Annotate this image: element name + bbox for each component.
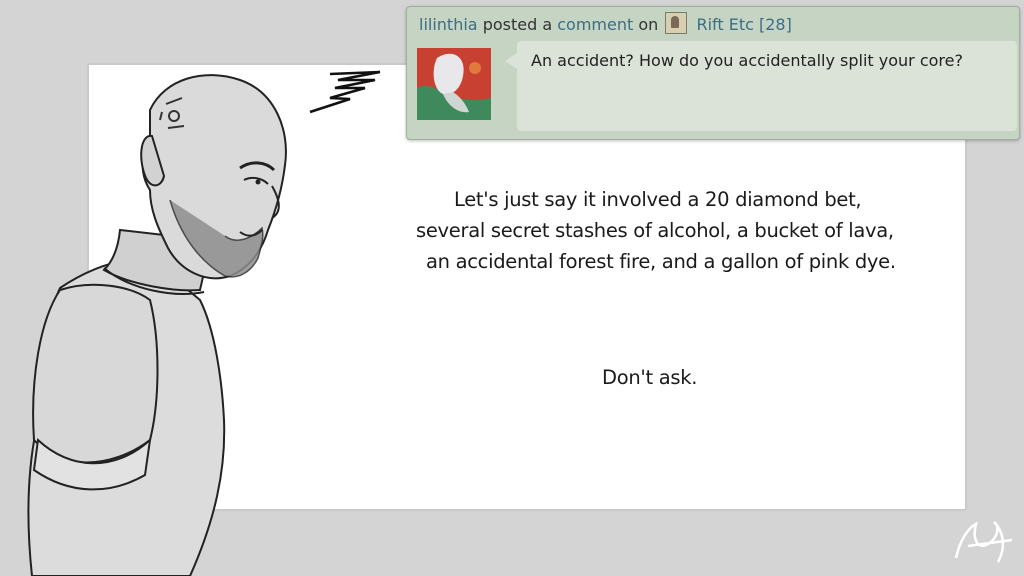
- deviation-title-link[interactable]: Rift Etc [28]: [696, 15, 791, 34]
- dialogue-line-3: an accidental forest fire, and a gallon …: [426, 250, 896, 273]
- notification-header: lilinthia posted a comment on Rift Etc […: [419, 12, 792, 34]
- dialogue-line-2: several secret stashes of alcohol, a buc…: [416, 219, 894, 242]
- user-avatar[interactable]: [417, 48, 491, 120]
- artist-signature: [954, 520, 1013, 563]
- comment-notification[interactable]: lilinthia posted a comment on Rift Etc […: [406, 6, 1020, 140]
- avatar-image: [417, 48, 491, 120]
- deviation-thumbnail-icon: [665, 12, 688, 34]
- comment-bubble: An accident? How do you accidentally spl…: [505, 41, 1017, 131]
- stress-scribble: [309, 70, 381, 114]
- aside-text: Don't ask.: [602, 366, 698, 389]
- dialogue-line-1: Let's just say it involved a 20 diamond …: [454, 188, 862, 211]
- on-text: on: [638, 15, 659, 34]
- username-link[interactable]: lilinthia: [419, 15, 478, 34]
- comment-text: An accident? How do you accidentally spl…: [531, 51, 963, 70]
- posted-text: posted a: [482, 15, 553, 34]
- comment-link[interactable]: comment: [557, 15, 633, 34]
- comic-canvas: Let's just say it involved a 20 diamond …: [0, 0, 1024, 576]
